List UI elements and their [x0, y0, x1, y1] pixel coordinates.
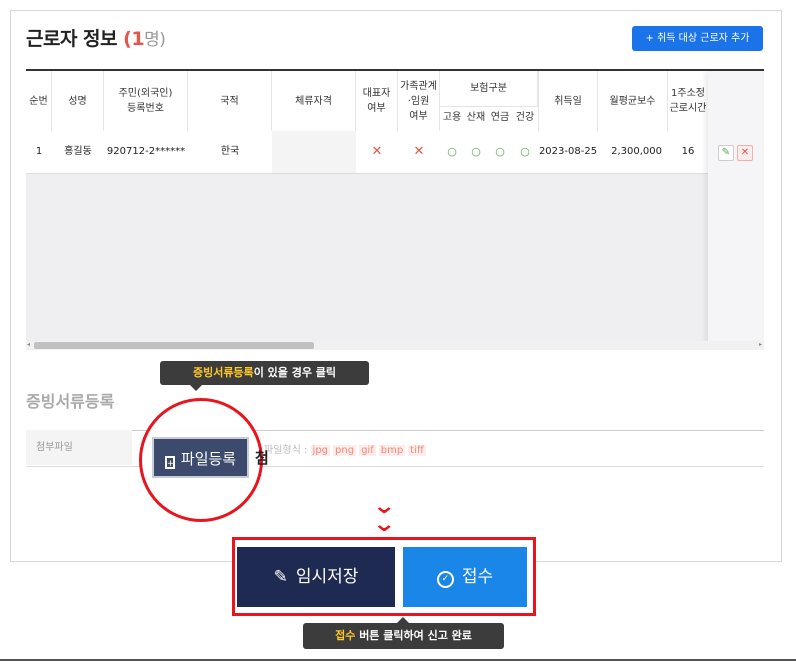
cell-ins-pension: ○ [495, 145, 505, 158]
file-formats: 파일형식 : jpg png gif bmp tiff [264, 445, 426, 456]
close-icon[interactable]: ✕ [737, 145, 753, 161]
pencil-icon: ✎ [273, 567, 288, 587]
scroll-right-icon[interactable]: ▸ [759, 341, 762, 348]
header-rrn: 주민(외국인) 등록번호 [104, 71, 188, 131]
cell-nation: 한국 [220, 146, 240, 157]
attach-file-label: 첨부파일 [26, 430, 132, 465]
format-png: png [333, 445, 357, 456]
cell-family: ✕ [413, 144, 425, 159]
cell-ins-industrial: ○ [471, 145, 481, 158]
add-worker-button[interactable]: + 취득 대상 근로자 추가 [632, 26, 763, 51]
header-representative: 대표자 여부 [356, 71, 398, 131]
header-family: 가족관계 ·임원 여부 [398, 71, 440, 131]
header-name: 성명 [52, 71, 104, 131]
format-bmp: bmp [378, 445, 406, 456]
header-seq: 순번 [26, 71, 52, 131]
file-upload-icon: + [164, 456, 175, 469]
cell-seq: 1 [35, 146, 43, 157]
action-column [708, 71, 764, 343]
temp-save-button[interactable]: ✎ 임시저장 [237, 547, 395, 607]
cell-hours: 16 [681, 146, 695, 157]
header-acq-date: 취득일 [538, 71, 598, 131]
chevron-down-icon: ⌄ ⌄ [372, 494, 397, 537]
header-hours: 1주소정 근로시간 [669, 88, 707, 114]
title-text: 근로자 정보 [26, 28, 118, 50]
header-salary: 월평균보수 [598, 71, 668, 131]
page-title: 근로자 정보 (1명) [26, 24, 166, 51]
cell-ins-health: ○ [520, 145, 530, 158]
submit-button[interactable]: ✓ 접수 [403, 547, 527, 607]
format-jpg: jpg [310, 445, 331, 456]
table-header-row: 순번 성명 주민(외국인) 등록번호 국적 체류자격 대표자 여부 가족관계 ·… [26, 71, 764, 132]
bottom-divider [0, 659, 796, 661]
count-unit: 명) [144, 30, 166, 50]
cell-visa [272, 131, 356, 173]
submit-tooltip: 접수 버튼 클릭하여 신고 완료 [303, 617, 504, 649]
cell-rrn: 920712-2****** [106, 146, 186, 157]
horizontal-scrollbar[interactable]: ◂ ▸ [26, 341, 764, 350]
check-circle-icon: ✓ [436, 571, 454, 588]
cell-representative: ✕ [371, 144, 383, 159]
header-ins-employment: 고용 [442, 112, 462, 123]
header-ins-health: 건강 [515, 112, 535, 123]
header-nation: 국적 [188, 71, 272, 131]
cell-ins-employment: ○ [447, 145, 457, 158]
cell-name: 홍길동 [64, 146, 92, 157]
header-insurance-group: 보험구분 [440, 71, 538, 107]
header-ins-pension: 연금 [490, 112, 510, 123]
file-upload-button[interactable]: + 파일등록 [152, 437, 249, 478]
scrollbar-thumb[interactable] [34, 342, 314, 349]
cell-acq-date: 2023-08-25 [538, 146, 598, 157]
scroll-left-icon[interactable]: ◂ [27, 341, 30, 348]
header-ins-industrial: 산재 [466, 112, 486, 123]
format-tiff: tiff [408, 445, 426, 456]
evidence-section-title: 증빙서류등록 [26, 392, 115, 411]
format-gif: gif [359, 445, 376, 456]
pencil-icon[interactable]: ✎ [718, 145, 734, 161]
worker-count: 1 [131, 28, 145, 50]
cell-salary: 2,300,000 [611, 146, 662, 157]
attach-trailing-text: 첨 [255, 449, 269, 467]
worker-table: 순번 성명 주민(외국인) 등록번호 국적 체류자격 대표자 여부 가족관계 ·… [26, 69, 764, 343]
evidence-tooltip: 증빙서류등록이 있을 경우 클릭 [160, 361, 369, 391]
header-visa: 체류자격 [272, 71, 356, 131]
